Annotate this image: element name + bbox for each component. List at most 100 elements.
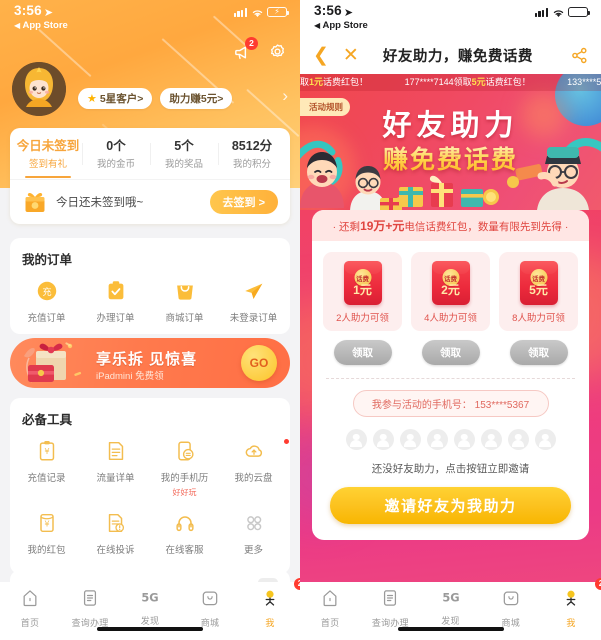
tab-home[interactable]: 首页 (0, 588, 60, 629)
tool-my-redpacket[interactable]: ¥ 我的红包 (12, 510, 81, 556)
back-to-app-store[interactable]: ◀ App Store (14, 20, 68, 31)
go-signin-button[interactable]: 去签到 > (209, 190, 278, 214)
back-triangle-icon: ◀ (14, 21, 21, 30)
tool-phone-history-sub: 好好玩 (172, 488, 197, 497)
tab-mall[interactable]: 商城 (180, 588, 240, 629)
order-item-mall[interactable]: 商城订单 (150, 278, 219, 324)
prize-card-1[interactable]: 话费 1元 2人助力可领 (323, 252, 402, 331)
tab-discover[interactable]: 5G 发现 (120, 588, 180, 627)
profile-chips: ★ 5星客户> 助力赚5元> (78, 88, 233, 109)
gear-icon[interactable] (267, 42, 288, 63)
promo-banner[interactable]: 享乐拆 见惊喜 iPadmini 免费领 GO (10, 338, 290, 388)
back-to-app-store[interactable]: ◀ App Store (314, 20, 368, 31)
stat-signin-label: 签到有礼 (28, 159, 67, 170)
tab-me[interactable]: 2 我 (240, 578, 300, 629)
data-detail-icon (104, 438, 128, 464)
shopping-bag-icon (173, 278, 197, 304)
mall-icon (501, 588, 521, 613)
home-icon (20, 588, 40, 613)
claim-button-2[interactable]: 领取 (421, 340, 480, 365)
helper-avatars (312, 429, 589, 450)
promo-subtitle: iPadmini 免费领 (96, 371, 164, 382)
tab-home[interactable]: 首页 (300, 588, 360, 629)
header-actions: 2 (232, 37, 288, 63)
promo-go-button[interactable]: GO (241, 345, 277, 381)
avatar[interactable] (12, 62, 66, 116)
status-time-text: 3:56 (314, 3, 342, 18)
status-time: 3:56 ➤ (314, 3, 368, 20)
order-item-handle-label: 办理订单 (96, 313, 135, 324)
tools-card: 必备工具 ¥ 充值记录 流量详单 我的手机历 好好玩 我的云盘 ¥ 我的红包 在… (10, 398, 290, 574)
signin-card: 今日未签到 签到有礼 0个 我的金币 5个 我的奖品 8512分 我的积分 今日… (10, 128, 290, 224)
grid-more-icon (242, 510, 266, 536)
clipboard-check-icon (104, 278, 128, 304)
redpacket-icon-1: 话费 1元 (343, 261, 382, 305)
order-item-recharge[interactable]: 充 充值订单 (12, 278, 81, 324)
document-icon (380, 588, 400, 613)
claim-button-3[interactable]: 领取 (509, 340, 568, 365)
chip-star-customer[interactable]: ★ 5星客户> (78, 88, 153, 109)
ticker-segment-1: 取1元话费红包！ (300, 77, 369, 87)
headset-icon (173, 510, 197, 536)
prize-card-3[interactable]: 话费 5元 8人助力可领 (499, 252, 578, 331)
close-icon[interactable]: ✕ (343, 46, 359, 65)
stat-prizes-value: 5个 (174, 139, 194, 153)
tools-grid-row1: ¥ 充值记录 流量详单 我的手机历 好好玩 我的云盘 (10, 430, 290, 508)
chip-earn-5yuan[interactable]: 助力赚5元> (160, 88, 233, 109)
activity-rules-button[interactable]: 活动规则 (300, 98, 351, 116)
tab-query[interactable]: 查询办理 (360, 588, 420, 629)
prize-condition-1: 2人助力可领 (336, 313, 389, 324)
document-icon (80, 588, 100, 613)
svg-text:¥: ¥ (44, 446, 49, 456)
screenshot-root: 3:56 ➤ ◀ App Store ⚡ 2 ★ 5星客户> 助力赚5元> › … (0, 0, 601, 640)
gift-box-icon (22, 189, 48, 215)
phone-history-icon (173, 438, 197, 464)
claim-cell-1: 领取 (323, 340, 402, 365)
5g-icon: 5G (438, 588, 464, 611)
share-icon[interactable] (571, 47, 588, 64)
stat-signin[interactable]: 今日未签到 签到有礼 (14, 138, 82, 178)
battery-charging-icon: ⚡ (267, 7, 289, 17)
location-arrow-icon: ➤ (343, 7, 354, 19)
stats-row: 今日未签到 签到有礼 0个 我的金币 5个 我的奖品 8512分 我的积分 (10, 128, 290, 179)
complaint-icon (104, 510, 128, 536)
tool-data-detail[interactable]: 流量详单 (81, 438, 150, 498)
order-item-guest[interactable]: 未登录订单 (219, 278, 288, 324)
tab-mall[interactable]: 商城 (481, 588, 541, 629)
tool-cloud-disk[interactable]: 我的云盘 (219, 438, 289, 498)
stat-points[interactable]: 8512分 我的积分 (218, 138, 286, 170)
claim-button-1[interactable]: 领取 (333, 340, 392, 365)
megaphone-icon[interactable]: 2 (232, 37, 258, 63)
tab-mall-label: 商城 (200, 618, 220, 628)
svg-text:5G: 5G (442, 590, 459, 604)
tab-discover[interactable]: 5G 发现 (420, 588, 480, 627)
right-phone-screen: 3:56 ➤ ◀ App Store ⚡ ❮ ✕ 好友助力，赚免费话费 取1元话… (300, 0, 601, 640)
tab-query[interactable]: 查询办理 (60, 588, 120, 629)
tab-me-label: 我 (566, 618, 576, 628)
campaign-banner: 取1元话费红包！ 177****7144领取5元话费红包！ 133****51 … (300, 74, 601, 210)
tab-me[interactable]: 2 我 (541, 578, 601, 629)
stat-coins-label: 我的金币 (96, 159, 135, 170)
chevron-left-icon[interactable]: ❮ (313, 46, 329, 65)
person-icon: 2 (260, 578, 300, 613)
invite-friends-button[interactable]: 邀请好友为我助力 (330, 487, 571, 524)
tool-online-service[interactable]: 在线客服 (150, 510, 219, 556)
left-phone-screen: 3:56 ➤ ◀ App Store ⚡ 2 ★ 5星客户> 助力赚5元> › … (0, 0, 300, 640)
prize-card-2[interactable]: 话费 2元 4人助力可领 (411, 252, 490, 331)
order-item-handle[interactable]: 办理订单 (81, 278, 150, 324)
tool-complaint[interactable]: 在线投诉 (81, 510, 150, 556)
tool-online-service-label: 在线客服 (165, 545, 204, 556)
back-app-label: App Store (22, 20, 68, 31)
tool-recharge-record[interactable]: ¥ 充值记录 (12, 438, 81, 498)
5g-icon: 5G (137, 588, 163, 611)
redpacket-icon-2: 话费 2元 (431, 261, 470, 305)
orders-title: 我的订单 (22, 253, 73, 267)
profile-block[interactable] (12, 62, 182, 159)
stat-prizes[interactable]: 5个 我的奖品 (150, 138, 218, 170)
tools-title: 必备工具 (22, 413, 73, 427)
stat-coins[interactable]: 0个 我的金币 (82, 138, 150, 170)
profile-chevron-icon[interactable]: › (282, 86, 288, 106)
tool-phone-history[interactable]: 我的手机历 好好玩 (150, 438, 219, 498)
tool-more[interactable]: 更多 (219, 510, 288, 556)
redpacket-amount-1: 1元 (353, 283, 372, 297)
